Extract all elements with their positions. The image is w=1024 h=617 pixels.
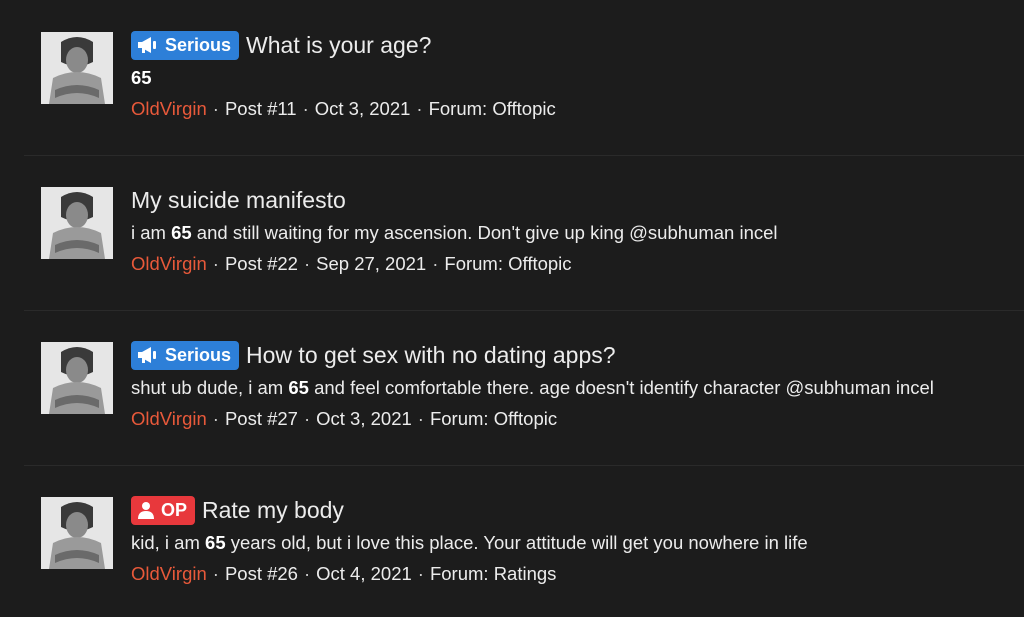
snippet-text: years old, but i love this place. Your a…	[225, 532, 808, 553]
search-result: OP Rate my body kid, i am 65 years old, …	[24, 465, 1024, 617]
forum-link[interactable]: Forum: Offtopic	[430, 408, 557, 429]
result-title-link[interactable]: My suicide manifesto	[131, 187, 346, 214]
badge-label: OP	[161, 499, 188, 520]
author-link[interactable]: OldVirgin	[131, 408, 207, 429]
avatar[interactable]	[41, 497, 113, 569]
snippet-highlight: 65	[288, 377, 309, 398]
result-snippet: kid, i am 65 years old, but i love this …	[131, 532, 1014, 554]
separator: ·	[303, 563, 311, 584]
post-date[interactable]: Sep 27, 2021	[316, 253, 426, 274]
snippet-highlight: 65	[171, 222, 192, 243]
author-link[interactable]: OldVirgin	[131, 253, 207, 274]
snippet-text: kid, i am	[131, 532, 206, 553]
result-snippet: shut ub dude, i am 65 and feel comfortab…	[131, 377, 1014, 399]
separator: ·	[432, 253, 439, 274]
forum-link[interactable]: Forum: Offtopic	[444, 253, 571, 274]
separator: ·	[212, 563, 219, 584]
badge-label: Serious	[165, 34, 232, 55]
snippet-text: and feel comfortable there. age doesn't …	[308, 377, 934, 398]
result-title-line: OP Rate my body	[131, 493, 1014, 527]
post-number-link[interactable]: Post #11	[225, 98, 297, 119]
result-content: Serious How to get sex with no dating ap…	[131, 338, 1014, 430]
author-link[interactable]: OldVirgin	[131, 563, 207, 584]
result-snippet: i am 65 and still waiting for my ascensi…	[131, 222, 1014, 244]
post-number-link[interactable]: Post #22	[225, 253, 298, 274]
post-number-link[interactable]: Post #27	[225, 408, 298, 429]
result-content: My suicide manifesto i am 65 and still w…	[131, 183, 1014, 275]
search-result: Serious What is your age? 65 OldVirgin · P…	[24, 0, 1024, 156]
post-number-link[interactable]: Post #26	[225, 563, 298, 584]
snippet-text: shut ub dude, i am	[131, 377, 289, 398]
megaphone-icon	[138, 347, 156, 363]
separator: ·	[417, 408, 424, 429]
forum-link[interactable]: Forum: Ratings	[430, 563, 556, 584]
separator: ·	[303, 408, 311, 429]
result-title-link[interactable]: Rate my body	[202, 497, 344, 524]
separator: ·	[302, 98, 309, 119]
result-meta: OldVirgin · Post #27 · Oct 3, 2021 · Forum: Of…	[131, 408, 1014, 430]
snippet-highlight: 65	[205, 532, 226, 553]
avatar[interactable]	[41, 32, 113, 104]
post-date[interactable]: Oct 3, 2021	[315, 98, 411, 119]
result-content: Serious What is your age? 65 OldVirgin · P…	[131, 28, 1014, 120]
separator: ·	[212, 98, 219, 119]
separator: ·	[417, 563, 424, 584]
result-title-link[interactable]: What is your age?	[246, 32, 431, 59]
search-result: Serious How to get sex with no dating ap…	[24, 310, 1024, 466]
op-badge: OP	[131, 495, 196, 525]
avatar[interactable]	[41, 187, 113, 259]
search-results-list: Serious What is your age? 65 OldVirgin · P…	[0, 0, 1024, 617]
author-link[interactable]: OldVirgin	[131, 98, 207, 119]
badge-label: Serious	[165, 344, 232, 365]
result-title-line: Serious How to get sex with no dating ap…	[131, 338, 1014, 372]
result-content: OP Rate my body kid, i am 65 years old, …	[131, 493, 1014, 585]
snippet-text: and still waiting for my ascension. Don'…	[191, 222, 778, 243]
forum-link[interactable]: Forum: Offtopic	[429, 98, 556, 119]
snippet-text: i am	[131, 222, 172, 243]
post-date[interactable]: Oct 4, 2021	[316, 563, 412, 584]
separator: ·	[303, 253, 311, 274]
avatar[interactable]	[41, 342, 113, 414]
separator: ·	[416, 98, 423, 119]
serious-badge: Serious	[131, 340, 240, 370]
user-icon	[138, 502, 154, 519]
megaphone-icon	[138, 37, 156, 53]
separator: ·	[212, 408, 219, 429]
result-meta: OldVirgin · Post #22 · Sep 27, 2021 · Forum: O…	[131, 253, 1014, 275]
result-title-line: Serious What is your age?	[131, 28, 1014, 62]
result-meta: OldVirgin · Post #11 · Oct 3, 2021 · Forum: Of…	[131, 98, 1014, 120]
result-snippet: 65	[131, 67, 1014, 89]
result-meta: OldVirgin · Post #26 · Oct 4, 2021 · Forum: Ra…	[131, 563, 1014, 585]
separator: ·	[212, 253, 219, 274]
result-title-line: My suicide manifesto	[131, 183, 1014, 217]
snippet-highlight: 65	[131, 67, 152, 88]
serious-badge: Serious	[131, 30, 240, 60]
result-title-link[interactable]: How to get sex with no dating apps?	[246, 342, 616, 369]
post-date[interactable]: Oct 3, 2021	[316, 408, 412, 429]
search-result: My suicide manifesto i am 65 and still w…	[24, 155, 1024, 311]
